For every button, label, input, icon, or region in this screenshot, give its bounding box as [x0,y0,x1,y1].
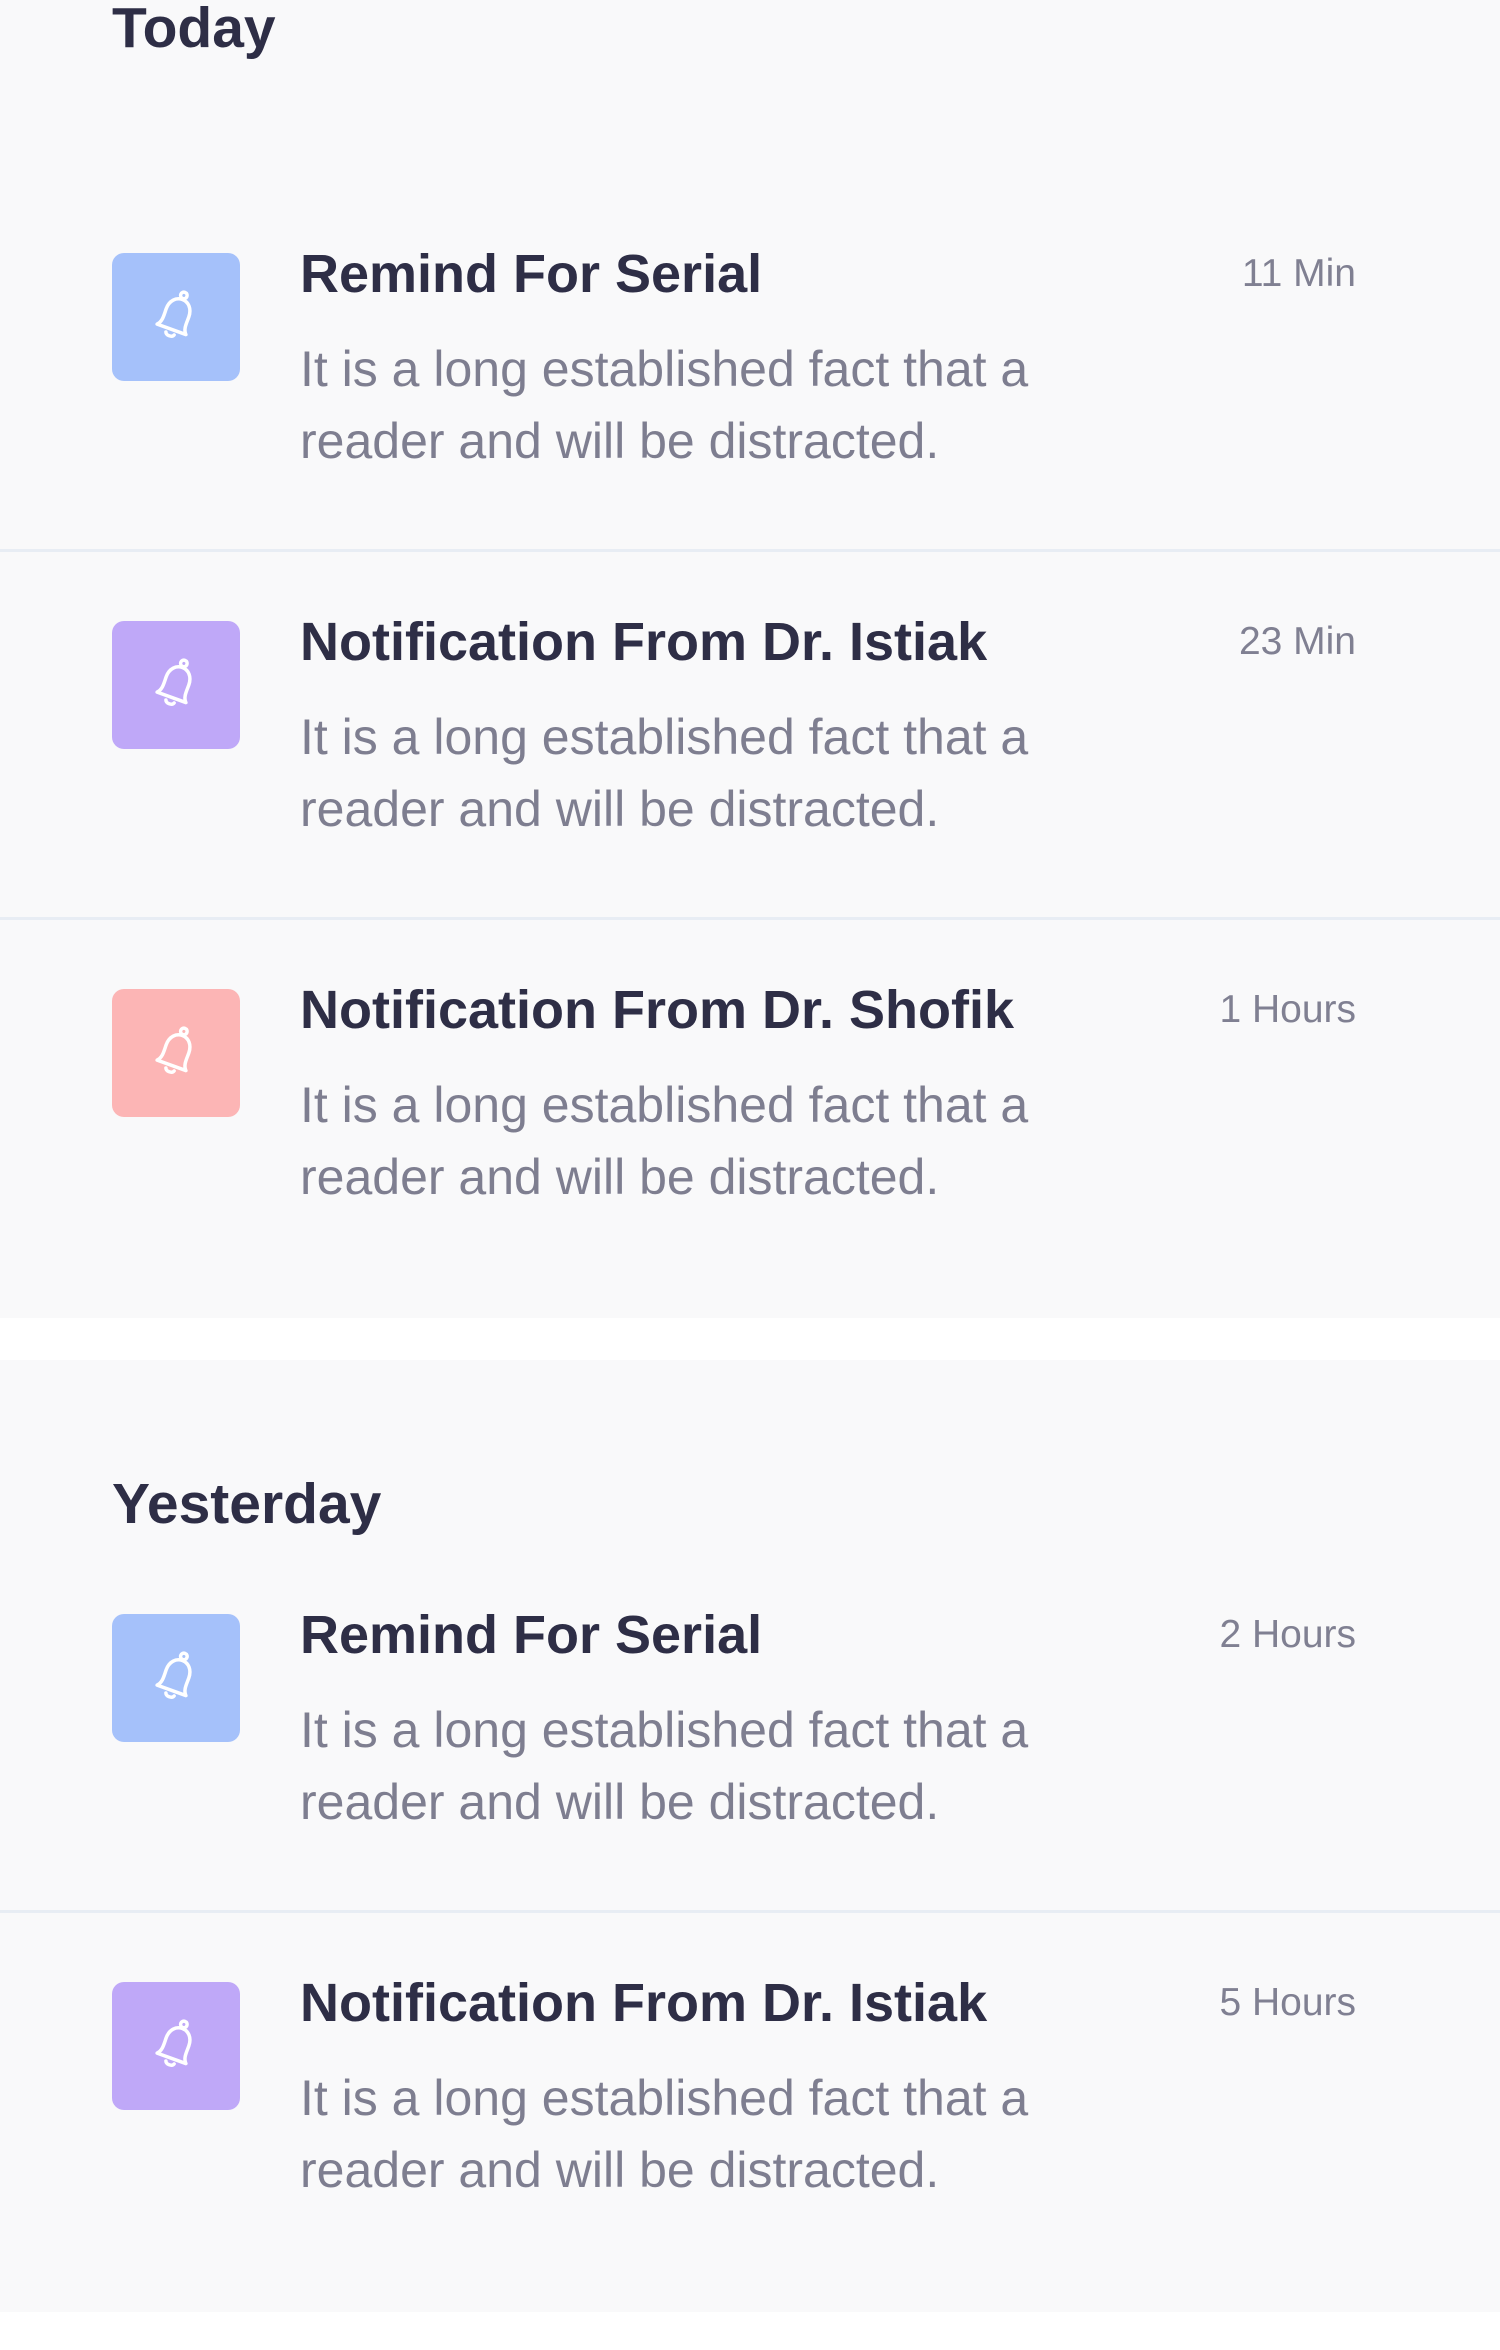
notification-icon-badge [112,621,240,749]
bell-icon [155,658,192,706]
notification-item[interactable]: Remind For Serial It is a long establish… [0,244,1500,621]
bell-icon [155,2019,192,2067]
divider [0,917,1500,920]
notification-item[interactable]: Notification From Dr. Shofik It is a lon… [0,980,1500,1357]
divider [0,1910,1500,1913]
notification-item[interactable]: Notification From Dr. Istiak It is a lon… [0,1973,1500,2350]
notification-title: Remind For Serial [300,244,763,304]
notification-title: Remind For Serial [300,1605,763,1665]
notification-body: It is a long established fact that a rea… [300,341,1029,469]
bell-icon [155,290,192,338]
notification-icon-badge [112,1982,240,2110]
notification-item[interactable]: Notification From Dr. Istiak It is a lon… [0,612,1500,989]
notification-body: It is a long established fact that a rea… [300,2070,1029,2198]
notification-time: 23 Min [1238,620,1356,663]
notification-time: 2 Hours [1219,1613,1356,1656]
notification-icon-badge [112,253,240,381]
notification-title: Notification From Dr. Istiak [300,1973,988,2033]
notification-body: It is a long established fact that a rea… [300,709,1029,837]
notification-icon-badge [112,989,240,1117]
notification-time: 1 Hours [1219,988,1356,1031]
section-title-today: Today [112,0,276,60]
section-title-yesterday: Yesterday [112,1472,382,1536]
notification-title: Notification From Dr. Shofik [300,980,1015,1040]
notification-item[interactable]: Remind For Serial It is a long establish… [0,1605,1500,1982]
notification-icon-badge [112,1614,240,1742]
notification-title: Notification From Dr. Istiak [300,612,988,672]
notification-body: It is a long established fact that a rea… [300,1702,1029,1830]
notification-time: 11 Min [1241,252,1356,295]
bell-icon [155,1026,192,1074]
notification-body: It is a long established fact that a rea… [300,1077,1029,1205]
notification-time: 5 Hours [1219,1981,1356,2024]
bell-icon [155,1651,192,1699]
divider [0,549,1500,552]
